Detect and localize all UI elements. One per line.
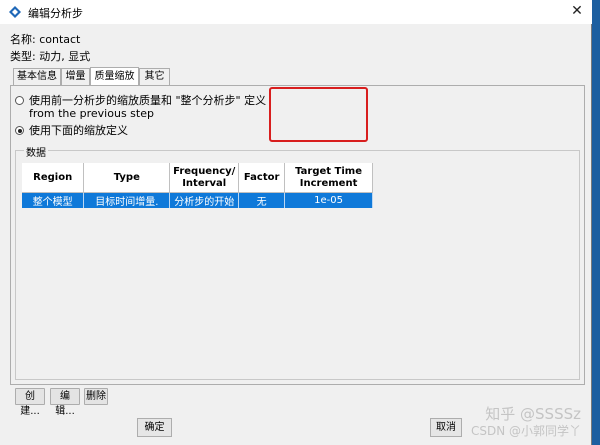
tab-other[interactable]: 其它 xyxy=(139,68,170,85)
scaling-table: Region Type Frequency/ Interval Factor T… xyxy=(22,163,373,361)
column-header-target-time[interactable]: Target Time Increment xyxy=(284,163,373,193)
edit-step-dialog: 编辑分析步 ✕ 名称: contact 类型: 动力, 显式 基本信息 增量 质… xyxy=(0,0,592,445)
data-group: 数据 Region Type Frequency/ Interval Facto… xyxy=(15,144,580,380)
close-button[interactable]: ✕ xyxy=(568,2,586,20)
step-icon xyxy=(9,6,21,18)
option-previous-step-label-2: from the previous step xyxy=(29,107,154,120)
annotation-highlight-box xyxy=(269,87,368,142)
radio-use-definitions[interactable] xyxy=(15,126,24,135)
watermark-line-2: CSDN @小郭同学丫 xyxy=(470,424,581,438)
delete-button[interactable]: 删除 xyxy=(84,388,108,405)
tab-basic[interactable]: 基本信息 xyxy=(13,68,61,85)
column-header-frequency[interactable]: Frequency/ Interval xyxy=(169,163,240,193)
column-header-factor[interactable]: Factor xyxy=(238,163,286,193)
cell-target-time[interactable]: 1e-05 xyxy=(284,192,373,208)
cell-frequency[interactable]: 分析步的开始 xyxy=(169,192,240,208)
title-bar: 编辑分析步 ✕ xyxy=(0,0,592,24)
radio-previous-step[interactable] xyxy=(15,96,24,105)
tab-incrementation[interactable]: 增量 xyxy=(61,68,90,85)
watermark: 知乎 @SSSSz CSDN @小郭同学丫 xyxy=(471,406,581,440)
step-name: 名称: contact xyxy=(10,33,81,46)
table-header: Region Type Frequency/ Interval Factor T… xyxy=(22,163,373,193)
dialog-title: 编辑分析步 xyxy=(28,7,83,20)
create-button[interactable]: 创建... xyxy=(15,388,45,417)
edit-button[interactable]: 编辑... xyxy=(50,388,80,417)
option-use-definitions[interactable]: 使用下面的缩放定义 xyxy=(15,124,128,137)
option-previous-step[interactable]: 使用前一分析步的缩放质量和 "整个分析步" 定义 from the previo… xyxy=(15,94,266,120)
ok-button[interactable]: 确定 xyxy=(137,418,172,437)
table-row[interactable]: 整个模型 目标时间增量. 分析步的开始 无 1e-05 xyxy=(22,192,373,208)
step-type: 类型: 动力, 显式 xyxy=(10,50,91,63)
column-header-type[interactable]: Type xyxy=(83,163,171,193)
tab-mass-scaling[interactable]: 质量缩放 xyxy=(90,67,139,86)
cancel-button[interactable]: 取消 xyxy=(430,418,462,437)
option-previous-step-label: 使用前一分析步的缩放质量和 "整个分析步" 定义 xyxy=(29,94,267,107)
cell-region[interactable]: 整个模型 xyxy=(22,192,85,208)
option-use-definitions-label: 使用下面的缩放定义 xyxy=(29,124,128,137)
cell-factor[interactable]: 无 xyxy=(238,192,286,208)
column-header-region[interactable]: Region xyxy=(22,163,85,193)
cell-type[interactable]: 目标时间增量. xyxy=(83,192,171,208)
watermark-line-1: 知乎 @SSSSz xyxy=(485,405,581,423)
data-group-legend: 数据 xyxy=(24,144,48,159)
